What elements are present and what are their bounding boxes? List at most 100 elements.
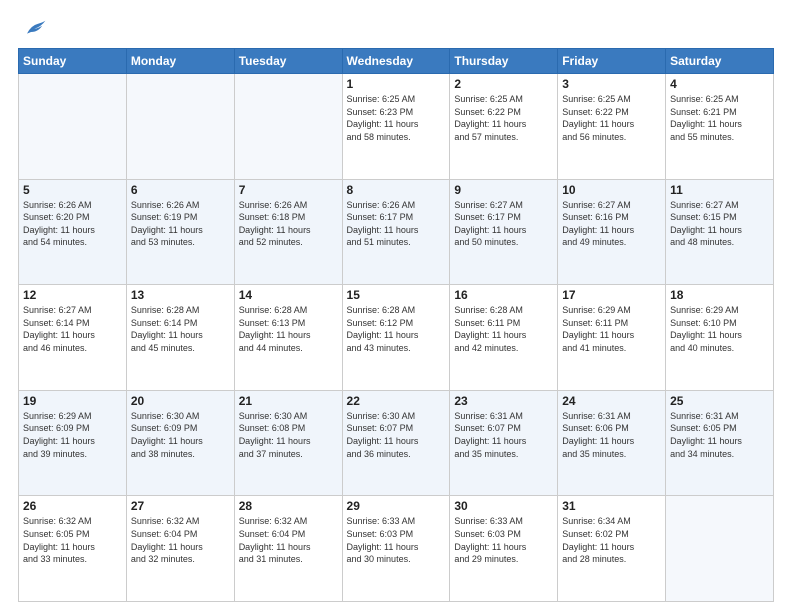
day-number: 17 xyxy=(562,288,661,302)
day-number: 27 xyxy=(131,499,230,513)
header xyxy=(18,18,774,38)
calendar-cell: 8 Sunrise: 6:26 AM Sunset: 6:17 PM Daylig… xyxy=(342,179,450,285)
day-info: Sunrise: 6:29 AM Sunset: 6:09 PM Dayligh… xyxy=(23,410,122,460)
day-number: 21 xyxy=(239,394,338,408)
day-info: Sunrise: 6:30 AM Sunset: 6:07 PM Dayligh… xyxy=(347,410,446,460)
page: SundayMondayTuesdayWednesdayThursdayFrid… xyxy=(0,0,792,612)
calendar-cell xyxy=(19,74,127,180)
day-info: Sunrise: 6:28 AM Sunset: 6:13 PM Dayligh… xyxy=(239,304,338,354)
calendar-week-5: 26 Sunrise: 6:32 AM Sunset: 6:05 PM Dayli… xyxy=(19,496,774,602)
calendar-cell: 30 Sunrise: 6:33 AM Sunset: 6:03 PM Dayli… xyxy=(450,496,558,602)
day-number: 11 xyxy=(670,183,769,197)
day-header-wednesday: Wednesday xyxy=(342,49,450,74)
day-number: 1 xyxy=(347,77,446,91)
day-number: 14 xyxy=(239,288,338,302)
calendar-cell: 24 Sunrise: 6:31 AM Sunset: 6:06 PM Dayli… xyxy=(558,390,666,496)
calendar-cell: 16 Sunrise: 6:28 AM Sunset: 6:11 PM Dayli… xyxy=(450,285,558,391)
calendar-cell: 27 Sunrise: 6:32 AM Sunset: 6:04 PM Dayli… xyxy=(126,496,234,602)
day-header-monday: Monday xyxy=(126,49,234,74)
day-info: Sunrise: 6:34 AM Sunset: 6:02 PM Dayligh… xyxy=(562,515,661,565)
day-info: Sunrise: 6:28 AM Sunset: 6:12 PM Dayligh… xyxy=(347,304,446,354)
calendar-week-2: 5 Sunrise: 6:26 AM Sunset: 6:20 PM Daylig… xyxy=(19,179,774,285)
calendar-cell: 11 Sunrise: 6:27 AM Sunset: 6:15 PM Dayli… xyxy=(666,179,774,285)
day-info: Sunrise: 6:28 AM Sunset: 6:14 PM Dayligh… xyxy=(131,304,230,354)
day-info: Sunrise: 6:26 AM Sunset: 6:19 PM Dayligh… xyxy=(131,199,230,249)
day-header-friday: Friday xyxy=(558,49,666,74)
calendar-week-3: 12 Sunrise: 6:27 AM Sunset: 6:14 PM Dayli… xyxy=(19,285,774,391)
day-info: Sunrise: 6:30 AM Sunset: 6:08 PM Dayligh… xyxy=(239,410,338,460)
logo xyxy=(18,18,49,38)
day-number: 30 xyxy=(454,499,553,513)
day-header-thursday: Thursday xyxy=(450,49,558,74)
day-info: Sunrise: 6:27 AM Sunset: 6:16 PM Dayligh… xyxy=(562,199,661,249)
day-info: Sunrise: 6:27 AM Sunset: 6:15 PM Dayligh… xyxy=(670,199,769,249)
day-number: 29 xyxy=(347,499,446,513)
day-info: Sunrise: 6:26 AM Sunset: 6:17 PM Dayligh… xyxy=(347,199,446,249)
calendar-week-4: 19 Sunrise: 6:29 AM Sunset: 6:09 PM Dayli… xyxy=(19,390,774,496)
day-info: Sunrise: 6:26 AM Sunset: 6:18 PM Dayligh… xyxy=(239,199,338,249)
calendar-cell: 31 Sunrise: 6:34 AM Sunset: 6:02 PM Dayli… xyxy=(558,496,666,602)
day-info: Sunrise: 6:25 AM Sunset: 6:22 PM Dayligh… xyxy=(562,93,661,143)
day-info: Sunrise: 6:27 AM Sunset: 6:14 PM Dayligh… xyxy=(23,304,122,354)
day-number: 3 xyxy=(562,77,661,91)
day-number: 20 xyxy=(131,394,230,408)
day-number: 16 xyxy=(454,288,553,302)
day-info: Sunrise: 6:32 AM Sunset: 6:04 PM Dayligh… xyxy=(131,515,230,565)
calendar-cell: 7 Sunrise: 6:26 AM Sunset: 6:18 PM Daylig… xyxy=(234,179,342,285)
day-number: 6 xyxy=(131,183,230,197)
day-number: 25 xyxy=(670,394,769,408)
day-number: 24 xyxy=(562,394,661,408)
calendar-cell: 10 Sunrise: 6:27 AM Sunset: 6:16 PM Dayli… xyxy=(558,179,666,285)
calendar-header-row: SundayMondayTuesdayWednesdayThursdayFrid… xyxy=(19,49,774,74)
day-number: 5 xyxy=(23,183,122,197)
calendar-table: SundayMondayTuesdayWednesdayThursdayFrid… xyxy=(18,48,774,602)
day-number: 8 xyxy=(347,183,446,197)
day-info: Sunrise: 6:31 AM Sunset: 6:05 PM Dayligh… xyxy=(670,410,769,460)
day-info: Sunrise: 6:31 AM Sunset: 6:07 PM Dayligh… xyxy=(454,410,553,460)
day-number: 19 xyxy=(23,394,122,408)
day-info: Sunrise: 6:26 AM Sunset: 6:20 PM Dayligh… xyxy=(23,199,122,249)
day-number: 4 xyxy=(670,77,769,91)
day-number: 10 xyxy=(562,183,661,197)
day-info: Sunrise: 6:30 AM Sunset: 6:09 PM Dayligh… xyxy=(131,410,230,460)
day-number: 12 xyxy=(23,288,122,302)
day-info: Sunrise: 6:32 AM Sunset: 6:04 PM Dayligh… xyxy=(239,515,338,565)
calendar-cell: 5 Sunrise: 6:26 AM Sunset: 6:20 PM Daylig… xyxy=(19,179,127,285)
day-header-tuesday: Tuesday xyxy=(234,49,342,74)
logo-bird-icon xyxy=(23,18,47,38)
calendar-cell xyxy=(126,74,234,180)
day-number: 22 xyxy=(347,394,446,408)
day-header-sunday: Sunday xyxy=(19,49,127,74)
calendar-cell: 2 Sunrise: 6:25 AM Sunset: 6:22 PM Daylig… xyxy=(450,74,558,180)
calendar-cell: 12 Sunrise: 6:27 AM Sunset: 6:14 PM Dayli… xyxy=(19,285,127,391)
day-info: Sunrise: 6:25 AM Sunset: 6:22 PM Dayligh… xyxy=(454,93,553,143)
day-number: 15 xyxy=(347,288,446,302)
calendar-cell: 14 Sunrise: 6:28 AM Sunset: 6:13 PM Dayli… xyxy=(234,285,342,391)
day-number: 2 xyxy=(454,77,553,91)
day-number: 7 xyxy=(239,183,338,197)
day-header-saturday: Saturday xyxy=(666,49,774,74)
calendar-cell: 4Sunrise: 6:25 AM Sunset: 6:21 PM Daylig… xyxy=(666,74,774,180)
day-info: Sunrise: 6:33 AM Sunset: 6:03 PM Dayligh… xyxy=(454,515,553,565)
day-info: Sunrise: 6:29 AM Sunset: 6:10 PM Dayligh… xyxy=(670,304,769,354)
day-number: 18 xyxy=(670,288,769,302)
calendar-cell: 21 Sunrise: 6:30 AM Sunset: 6:08 PM Dayli… xyxy=(234,390,342,496)
day-number: 26 xyxy=(23,499,122,513)
day-info: Sunrise: 6:28 AM Sunset: 6:11 PM Dayligh… xyxy=(454,304,553,354)
calendar-cell: 29 Sunrise: 6:33 AM Sunset: 6:03 PM Dayli… xyxy=(342,496,450,602)
day-info: Sunrise: 6:33 AM Sunset: 6:03 PM Dayligh… xyxy=(347,515,446,565)
day-info: Sunrise: 6:31 AM Sunset: 6:06 PM Dayligh… xyxy=(562,410,661,460)
day-number: 9 xyxy=(454,183,553,197)
calendar-cell xyxy=(666,496,774,602)
calendar-cell: 1Sunrise: 6:25 AM Sunset: 6:23 PM Daylig… xyxy=(342,74,450,180)
day-number: 13 xyxy=(131,288,230,302)
calendar-cell: 20 Sunrise: 6:30 AM Sunset: 6:09 PM Dayli… xyxy=(126,390,234,496)
day-number: 31 xyxy=(562,499,661,513)
calendar-cell: 22 Sunrise: 6:30 AM Sunset: 6:07 PM Dayli… xyxy=(342,390,450,496)
calendar-cell: 3 Sunrise: 6:25 AM Sunset: 6:22 PM Daylig… xyxy=(558,74,666,180)
calendar-cell: 17Sunrise: 6:29 AM Sunset: 6:11 PM Dayli… xyxy=(558,285,666,391)
day-info: Sunrise: 6:32 AM Sunset: 6:05 PM Dayligh… xyxy=(23,515,122,565)
calendar-week-1: 1Sunrise: 6:25 AM Sunset: 6:23 PM Daylig… xyxy=(19,74,774,180)
calendar-cell: 9Sunrise: 6:27 AM Sunset: 6:17 PM Daylig… xyxy=(450,179,558,285)
day-number: 23 xyxy=(454,394,553,408)
